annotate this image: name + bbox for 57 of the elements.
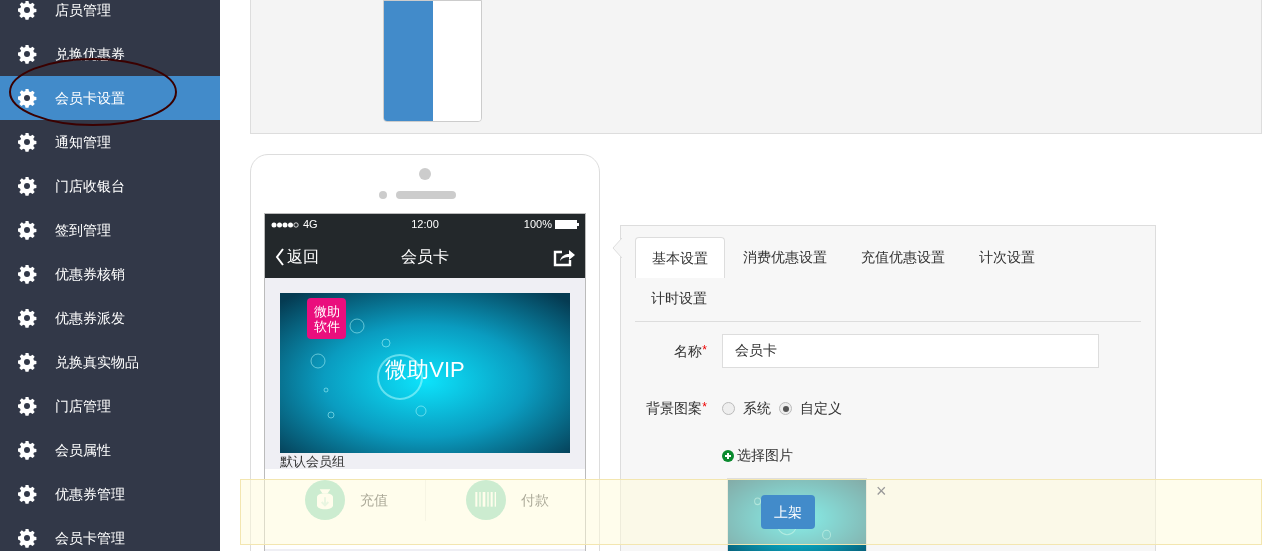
radio-option[interactable]: 自定义: [779, 398, 842, 419]
gear-icon: [17, 88, 37, 108]
member-group: 默认会员组: [280, 453, 570, 468]
back-button[interactable]: 返回: [275, 244, 355, 269]
tab[interactable]: 基本设置: [635, 237, 725, 278]
field-label: 背景图案: [646, 399, 703, 418]
chevron-left-icon: [275, 247, 285, 266]
publish-button[interactable]: 上架: [761, 495, 815, 529]
sidebar-item[interactable]: 店员管理: [0, 0, 220, 32]
radio-option[interactable]: 系统: [722, 398, 771, 419]
field-label: 名称: [674, 341, 703, 361]
gear-icon: [17, 176, 37, 196]
gear-icon: [17, 220, 37, 240]
money-bag-icon: [305, 480, 345, 520]
network-label: 4G: [303, 217, 318, 233]
screen-title: 会员卡: [400, 246, 450, 267]
gear-icon: [17, 528, 37, 548]
card-title: 微助VIP: [384, 356, 466, 384]
gear-icon: [17, 396, 37, 416]
name-input[interactable]: 会员卡: [722, 334, 1099, 368]
speaker-icon: [395, 191, 456, 199]
clock: 12:00: [410, 217, 440, 233]
sidebar-item[interactable]: 通知管理: [0, 120, 220, 164]
sidebar-item[interactable]: 优惠券核销: [0, 252, 220, 296]
tab[interactable]: 计次设置: [963, 237, 1051, 278]
sidebar-item[interactable]: 会员属性: [0, 428, 220, 472]
sidebar-item[interactable]: 会员卡设置: [0, 76, 220, 120]
gear-icon: [17, 484, 37, 504]
plus-circle-icon: [722, 449, 734, 462]
tab[interactable]: 消费优惠设置: [727, 237, 843, 278]
gear-icon: [17, 440, 37, 460]
required-mark: *: [702, 399, 707, 414]
battery-label: 100%: [523, 217, 552, 233]
radio-icon[interactable]: [779, 402, 792, 415]
gear-icon: [17, 264, 37, 284]
required-mark: *: [702, 341, 707, 357]
signal-icon: [271, 221, 299, 228]
card-badge: 微助软件: [307, 298, 346, 339]
choose-image-link[interactable]: 选择图片: [722, 445, 793, 466]
gear-icon: [17, 44, 37, 64]
gear-icon: [17, 132, 37, 152]
radio-icon[interactable]: [722, 402, 735, 415]
tab[interactable]: 充值优惠设置: [845, 237, 961, 278]
sidebar-item[interactable]: 签到管理: [0, 208, 220, 252]
camera-icon: [419, 168, 431, 180]
battery-icon: [555, 220, 579, 229]
sidebar-item[interactable]: 会员卡管理: [0, 516, 220, 551]
tab[interactable]: 计时设置: [635, 278, 723, 319]
sidebar-item[interactable]: 门店收银台: [0, 164, 220, 208]
sidebar-item[interactable]: 门店管理: [0, 384, 220, 428]
gear-icon: [17, 352, 37, 372]
gear-icon: [17, 308, 37, 328]
sensor-icon: [378, 191, 387, 199]
sidebar-item[interactable]: 兑换真实物品: [0, 340, 220, 384]
barcode-icon: [465, 480, 506, 520]
sidebar-item[interactable]: 优惠券管理: [0, 472, 220, 516]
sidebar-item[interactable]: 优惠券派发: [0, 296, 220, 340]
